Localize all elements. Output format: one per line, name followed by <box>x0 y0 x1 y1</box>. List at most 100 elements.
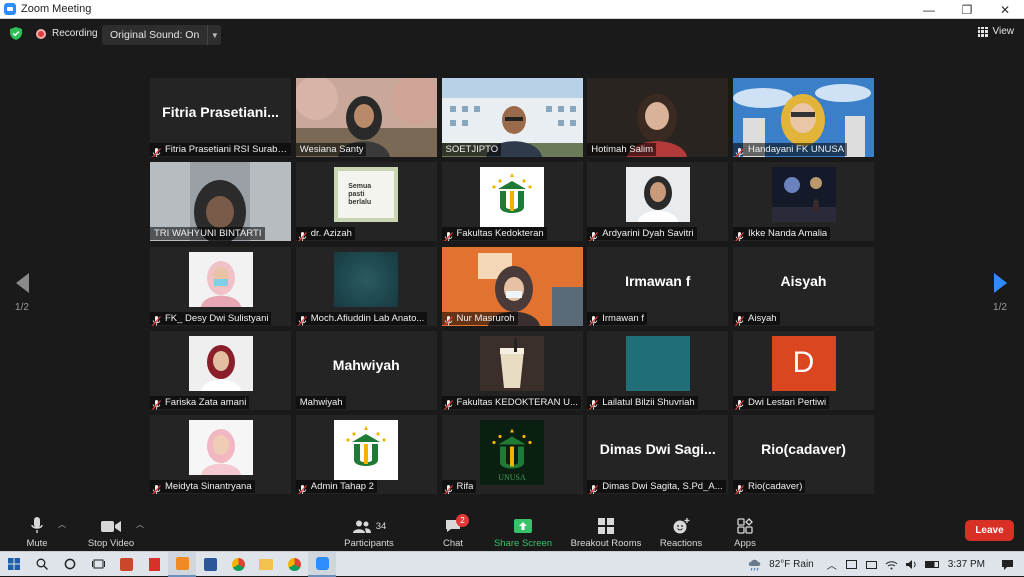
chevron-up-icon[interactable]: ︿ <box>825 558 839 572</box>
participant-tile[interactable]: Aisyah Aisyah <box>733 246 874 326</box>
profile-picture <box>625 335 690 391</box>
notifications-icon[interactable] <box>1000 558 1014 572</box>
breakout-rooms-icon <box>598 516 614 536</box>
chat-label: Chat <box>442 538 464 549</box>
view-button[interactable]: View <box>977 26 1014 37</box>
muted-microphone-icon <box>152 313 161 326</box>
muted-microphone-icon <box>152 482 161 494</box>
participant-tile[interactable]: Fakultas Kedokteran <box>441 162 583 242</box>
participant-tile[interactable]: Ardyarini Dyah Savitri <box>587 162 729 242</box>
video-options-chevron-up-icon[interactable]: ︿ <box>136 519 144 530</box>
participant-tile[interactable]: Fitria Prasetiani... Fitria Prasetiani RS… <box>150 78 291 157</box>
restore-button[interactable]: ❐ <box>948 0 986 19</box>
breakout-rooms-button[interactable]: Breakout Rooms <box>568 511 644 551</box>
pdf-reader-icon[interactable] <box>140 552 168 577</box>
participant-tile[interactable]: UNUSA Rifa <box>441 415 583 494</box>
weather-widget[interactable]: 82°F Rain <box>745 558 814 572</box>
share-screen-button[interactable]: Share Screen <box>493 511 553 551</box>
chat-button[interactable]: 2 Chat <box>437 511 469 551</box>
page-indicator-left: 1/2 <box>15 302 29 313</box>
mute-button[interactable]: Mute <box>22 511 52 551</box>
wifi-icon[interactable] <box>885 558 899 572</box>
recording-indicator[interactable]: Recording <box>36 28 98 39</box>
participant-name-label: Dimas Dwi Sagita, S.Pd_A... <box>587 480 726 494</box>
muted-microphone-icon <box>443 313 453 326</box>
security-shield-icon[interactable] <box>10 27 22 40</box>
participant-display-name: Dimas Dwi Sagi... <box>599 441 716 457</box>
zoom-taskbar-icon[interactable] <box>308 551 336 577</box>
page-indicator-right: 1/2 <box>993 302 1007 313</box>
muted-microphone-icon <box>297 313 307 326</box>
chat-icon: 2 <box>445 514 469 536</box>
search-icon[interactable] <box>28 552 56 577</box>
monitor-icon[interactable] <box>865 558 879 572</box>
profile-picture <box>480 335 544 391</box>
next-page-button[interactable]: 1/2 <box>990 273 1010 313</box>
participant-name: Ikke Nanda Amalia <box>748 228 828 240</box>
participant-tile[interactable]: Meidyta Sinantryana <box>150 415 291 494</box>
stop-video-button[interactable]: Stop Video <box>84 511 138 551</box>
system-tray: 82°F Rain ︿ 3:37 PM <box>745 552 1024 577</box>
microphone-icon <box>31 516 43 536</box>
participant-tile[interactable]: TRI WAHYUNI BINTARTI <box>150 162 291 242</box>
leave-button[interactable]: Leave <box>965 520 1014 541</box>
participant-tile[interactable]: Mahwiyah Mahwiyah <box>295 330 437 410</box>
meeting-toolbar: Mute ︿ Stop Video ︿ 34 Participants 2 Ch… <box>0 511 1024 551</box>
audio-options-chevron-up-icon[interactable]: ︿ <box>58 519 66 530</box>
participant-tile[interactable]: D Dwi Lestari Pertiwi <box>733 330 874 410</box>
participant-name-label: SOETJIPTO <box>441 143 502 156</box>
chrome-icon[interactable] <box>224 552 252 577</box>
participant-tile[interactable]: Hotimah Salim <box>587 78 729 157</box>
participants-button[interactable]: 34 Participants <box>340 511 398 551</box>
participant-tile[interactable]: Fakultas KEDOKTERAN U... <box>441 330 583 410</box>
speaker-icon[interactable] <box>905 558 919 572</box>
presentation-app-icon[interactable] <box>168 551 196 577</box>
apps-button[interactable]: Apps <box>730 511 760 551</box>
participant-tile[interactable]: Rio(cadaver) Rio(cadaver) <box>733 415 874 494</box>
battery-icon[interactable] <box>924 558 939 572</box>
participant-tile[interactable]: SOETJIPTO <box>441 78 583 157</box>
participant-tile[interactable]: Nur Masruroh <box>441 246 583 326</box>
windows-start-icon[interactable] <box>0 552 28 577</box>
file-explorer-icon[interactable] <box>252 552 280 577</box>
powerpoint-icon[interactable] <box>112 552 140 577</box>
chrome-alt-icon[interactable] <box>280 552 308 577</box>
window-title-bar: Zoom Meeting — ❐ ✕ <box>0 0 1024 19</box>
close-button[interactable]: ✕ <box>986 0 1024 19</box>
participant-name: Aisyah <box>748 312 777 324</box>
reactions-button[interactable]: Reactions <box>658 511 704 551</box>
recording-label: Recording <box>52 28 98 39</box>
participant-tile[interactable]: Handayani FK UNUSA <box>733 78 874 157</box>
participants-icon-wrap: 34 <box>352 516 387 536</box>
participant-name-label: Meidyta Sinantryana <box>150 480 255 494</box>
taskbar-clock[interactable]: 3:37 PM <box>948 559 985 570</box>
participant-tile[interactable]: Wesiana Santy <box>295 78 437 157</box>
network-adapter-icon[interactable] <box>845 558 859 572</box>
participant-tile[interactable]: FK_ Desy Dwi Sulistyani <box>150 246 291 326</box>
word-icon[interactable] <box>196 552 224 577</box>
participant-name: Admin Tahap 2 <box>310 481 374 492</box>
participant-name-label: Aisyah <box>733 311 780 326</box>
participant-tile[interactable]: Ikke Nanda Amalia <box>733 162 874 242</box>
cortana-icon[interactable] <box>56 552 84 577</box>
participant-name: TRI WAHYUNI BINTARTI <box>154 228 262 240</box>
previous-page-button[interactable]: 1/2 <box>12 273 32 313</box>
participant-tile[interactable]: Irmawan f Irmawan f <box>587 246 729 326</box>
participant-tile[interactable]: Lailatul Bilzii Shuvriah <box>587 330 729 410</box>
muted-microphone-icon <box>735 229 744 242</box>
task-view-icon[interactable] <box>84 552 112 577</box>
arrow-right-icon <box>993 273 1007 293</box>
participant-tile[interactable]: Semua pasti berlalu dr. Azizah <box>295 162 437 242</box>
participant-tile[interactable]: Admin Tahap 2 <box>295 415 437 494</box>
participants-count: 34 <box>375 520 387 532</box>
participant-name: Dimas Dwi Sagita, S.Pd_A... <box>602 481 723 492</box>
original-sound-button[interactable]: Original Sound: On ▼ <box>102 25 222 45</box>
recording-dot-icon <box>36 28 46 39</box>
participant-tile[interactable]: Moch.Afiuddin Lab Anato... <box>295 246 437 326</box>
minimize-button[interactable]: — <box>910 0 948 19</box>
profile-picture <box>188 420 253 475</box>
chevron-down-icon[interactable]: ▼ <box>207 25 221 45</box>
participant-tile[interactable]: Fariska Zata amani <box>150 330 291 410</box>
profile-picture <box>188 251 253 307</box>
participant-tile[interactable]: Dimas Dwi Sagi... Dimas Dwi Sagita, S.Pd_… <box>587 415 729 494</box>
